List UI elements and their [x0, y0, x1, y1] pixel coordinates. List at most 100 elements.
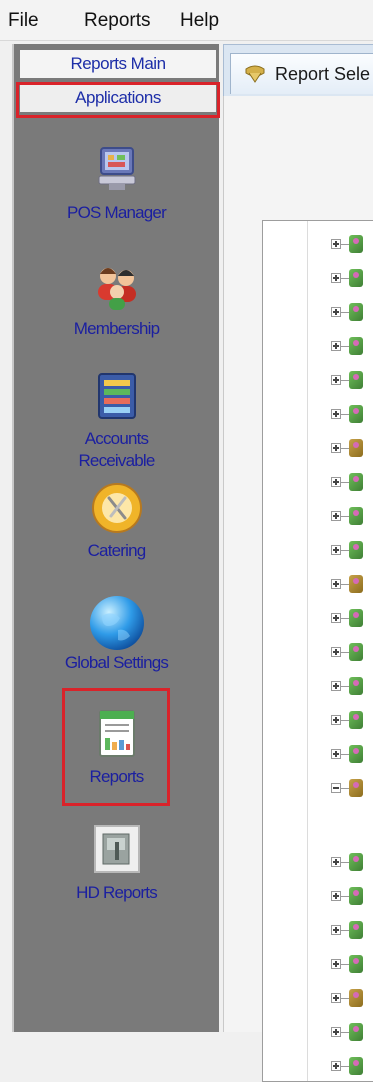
- tab-report-selector-label: Report Sele: [275, 64, 371, 84]
- tree-node[interactable]: [331, 473, 373, 493]
- report-folder-icon: [349, 1023, 363, 1041]
- tree-connector: [341, 930, 349, 931]
- tree-node[interactable]: [331, 507, 373, 527]
- report-folder-icon: [349, 853, 363, 871]
- report-folder-icon: [349, 609, 363, 627]
- tree-node[interactable]: [331, 1023, 373, 1043]
- collapse-icon[interactable]: [331, 783, 341, 793]
- report-folder-icon: [349, 745, 363, 763]
- menu-file[interactable]: File: [8, 10, 39, 32]
- expand-icon[interactable]: [331, 993, 341, 1003]
- tree-node[interactable]: [331, 779, 373, 799]
- tree-node[interactable]: [331, 745, 373, 765]
- tree-guide-line: [307, 221, 308, 1081]
- tree-connector: [341, 278, 349, 279]
- expand-icon[interactable]: [331, 891, 341, 901]
- tree-node[interactable]: [331, 1057, 373, 1077]
- tree-connector: [341, 448, 349, 449]
- tree-node[interactable]: [331, 609, 373, 629]
- app-label: Accounts Receivable: [14, 428, 219, 472]
- tree-connector: [341, 1066, 349, 1067]
- expand-icon[interactable]: [331, 681, 341, 691]
- expand-icon[interactable]: [331, 647, 341, 657]
- tree-node[interactable]: [331, 575, 373, 595]
- tree-node[interactable]: [331, 405, 373, 425]
- catering-icon: [91, 482, 143, 534]
- tree-node[interactable]: [331, 853, 373, 873]
- app-hd-reports[interactable]: HD Reports: [14, 824, 219, 904]
- expand-icon[interactable]: [331, 477, 341, 487]
- report-folder-icon: [349, 439, 363, 457]
- menu-help[interactable]: Help: [180, 10, 219, 32]
- expand-icon[interactable]: [331, 511, 341, 521]
- report-folder-icon: [349, 507, 363, 525]
- tree-node[interactable]: [331, 541, 373, 561]
- tree-connector: [341, 516, 349, 517]
- applications-highlight: [16, 82, 220, 118]
- tree-node[interactable]: [331, 337, 373, 357]
- tree-node[interactable]: [331, 643, 373, 663]
- app-label: Catering: [87, 541, 147, 560]
- expand-icon[interactable]: [331, 925, 341, 935]
- tree-node[interactable]: [331, 303, 373, 323]
- globe-icon: [89, 594, 144, 650]
- tree-connector: [341, 964, 349, 965]
- report-folder-icon: [349, 303, 363, 321]
- expand-icon[interactable]: [331, 715, 341, 725]
- app-global-settings[interactable]: Global Settings: [14, 594, 219, 674]
- tree-connector: [341, 414, 349, 415]
- report-folder-icon: [349, 989, 363, 1007]
- tree-node[interactable]: [331, 439, 373, 459]
- expand-icon[interactable]: [331, 1027, 341, 1037]
- tree-node[interactable]: [331, 989, 373, 1009]
- tree-node[interactable]: [331, 711, 373, 731]
- reports-main-button[interactable]: Reports Main: [20, 50, 216, 78]
- tab-report-selector[interactable]: Report Sele: [230, 53, 373, 94]
- tree-node[interactable]: [331, 955, 373, 975]
- expand-icon[interactable]: [331, 749, 341, 759]
- app-accounts-receivable[interactable]: Accounts Receivable: [14, 370, 219, 472]
- menu-bar: File Reports Help: [0, 0, 373, 41]
- expand-icon[interactable]: [331, 443, 341, 453]
- report-folder-icon: [349, 269, 363, 287]
- report-tree[interactable]: [262, 220, 373, 1082]
- expand-icon[interactable]: [331, 545, 341, 555]
- app-catering[interactable]: Catering: [14, 482, 219, 562]
- tree-connector: [341, 380, 349, 381]
- report-folder-icon: [349, 541, 363, 559]
- tree-connector: [341, 862, 349, 863]
- menu-reports[interactable]: Reports: [84, 10, 151, 32]
- report-folder-icon: [349, 643, 363, 661]
- report-folder-icon: [349, 337, 363, 355]
- app-label: HD Reports: [76, 883, 158, 902]
- expand-icon[interactable]: [331, 579, 341, 589]
- expand-icon[interactable]: [331, 273, 341, 283]
- expand-icon[interactable]: [331, 1061, 341, 1071]
- expand-icon[interactable]: [331, 409, 341, 419]
- expand-icon[interactable]: [331, 959, 341, 969]
- report-folder-icon: [349, 677, 363, 695]
- tree-node[interactable]: [331, 677, 373, 697]
- expand-icon[interactable]: [331, 341, 341, 351]
- tree-node[interactable]: [331, 235, 373, 255]
- expand-icon[interactable]: [331, 375, 341, 385]
- report-selector-area: Report Sele: [223, 44, 373, 1082]
- report-folder-icon: [349, 235, 363, 253]
- tree-node[interactable]: [331, 269, 373, 289]
- app-membership[interactable]: Membership: [14, 260, 219, 340]
- tree-connector: [341, 788, 349, 789]
- app-label: Membership: [73, 319, 160, 338]
- expand-icon[interactable]: [331, 857, 341, 867]
- tree-connector: [341, 754, 349, 755]
- expand-icon[interactable]: [331, 613, 341, 623]
- report-folder-icon: [349, 1057, 363, 1075]
- expand-icon[interactable]: [331, 239, 341, 249]
- tree-connector: [341, 720, 349, 721]
- tree-node[interactable]: [331, 921, 373, 941]
- report-folder-icon: [349, 575, 363, 593]
- expand-icon[interactable]: [331, 307, 341, 317]
- tree-connector: [341, 998, 349, 999]
- app-pos-manager[interactable]: POS Manager: [14, 144, 219, 224]
- tree-node[interactable]: [331, 887, 373, 907]
- tree-node[interactable]: [331, 371, 373, 391]
